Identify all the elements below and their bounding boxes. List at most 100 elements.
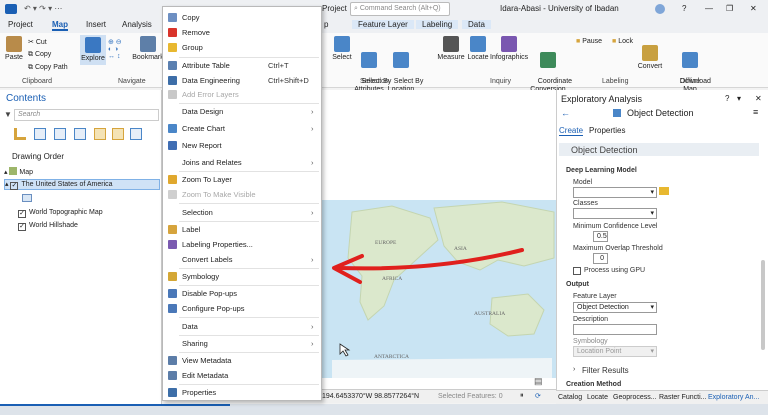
toc-layer-usa[interactable]: ▴ ✓ The United States of America <box>4 179 160 190</box>
menu-item-edit-metadata[interactable]: Edit Metadata <box>163 368 321 383</box>
back-arrow-icon[interactable]: ← <box>561 108 570 118</box>
menu-item-zoom-to-layer[interactable]: Zoom To Layer <box>163 172 321 187</box>
infographics-button[interactable]: Infographics <box>490 36 528 62</box>
pause-drawing-icon[interactable]: ⏸ <box>520 392 524 400</box>
tab-raster-functions[interactable]: Raster Functi... <box>659 394 706 401</box>
copy-button[interactable]: ⧉ Copy <box>28 51 51 59</box>
menu-item-configure-popups[interactable]: Configure Pop-ups <box>163 301 321 316</box>
coordinate-conversion-icon <box>540 52 556 68</box>
undo-icon[interactable]: ↶ ▾ ↷ ▾ ⋯ <box>24 4 62 13</box>
list-by-selection-icon[interactable] <box>54 128 66 140</box>
user-name[interactable]: Idara-Abasi - University of Ibadan <box>500 4 619 13</box>
classes-dropdown[interactable]: ▾ <box>573 208 657 219</box>
navigate-tools-icon[interactable]: ⊕ ⊖ ◐ ◑ ↔ ↕ <box>108 38 122 60</box>
toc-layer-topographic[interactable]: ✓ World Topographic Map <box>18 209 103 218</box>
map-table-icon[interactable]: ▤ <box>534 376 543 387</box>
tab-create[interactable]: Create <box>559 126 584 136</box>
cut-button[interactable]: ✂ Cut <box>28 38 47 46</box>
layer-visibility-checkbox[interactable]: ✓ <box>18 210 26 218</box>
menu-item-data[interactable]: Data › <box>163 319 321 334</box>
menu-item-new-report[interactable]: New Report <box>163 138 321 153</box>
pane-options-button[interactable]: ▾ <box>737 94 741 103</box>
tab-exploratory-analysis[interactable]: Exploratory An... <box>708 394 759 401</box>
refresh-icon[interactable]: ⟳ <box>535 392 541 400</box>
properties-icon <box>168 388 177 397</box>
menu-item-data-engineering[interactable]: Data Engineering Ctrl+Shift+D <box>163 73 321 88</box>
menu-item-copy[interactable]: Copy <box>163 10 321 25</box>
chevron-right-icon[interactable]: › <box>573 366 575 373</box>
list-by-drawing-order-icon[interactable] <box>14 128 26 140</box>
tab-map[interactable]: Map <box>52 20 68 31</box>
close-button[interactable]: ✕ <box>750 4 757 13</box>
pane-scrollbar[interactable] <box>761 260 765 350</box>
browse-folder-icon[interactable] <box>659 187 669 195</box>
menu-item-group[interactable]: Group <box>163 40 321 55</box>
toc-layer-hillshade[interactable]: ✓ World Hillshade <box>18 222 78 231</box>
layer-visibility-checkbox[interactable]: ✓ <box>10 182 19 190</box>
minimize-button[interactable]: — <box>705 4 713 13</box>
filter-results-toggle[interactable]: Filter Results <box>582 366 629 375</box>
list-by-editing-icon[interactable] <box>74 128 86 140</box>
select-button[interactable]: Select <box>331 36 353 62</box>
tab-locate[interactable]: Locate <box>587 394 608 401</box>
tab-analysis[interactable]: Analysis <box>122 20 152 29</box>
paste-button[interactable]: Paste <box>4 36 24 62</box>
description-input[interactable] <box>573 324 657 335</box>
tab-partial[interactable]: p <box>324 20 328 29</box>
layer-symbol-swatch[interactable] <box>22 194 32 202</box>
menu-item-joins-relates[interactable]: Joins and Relates › <box>163 155 321 170</box>
cut-label: Cut <box>35 39 47 46</box>
menu-item-view-metadata[interactable]: View Metadata <box>163 353 321 368</box>
tab-insert[interactable]: Insert <box>86 20 106 29</box>
list-by-source-icon[interactable] <box>34 128 46 140</box>
menu-item-attribute-table[interactable]: Attribute Table Ctrl+T <box>163 58 321 73</box>
min-confidence-input[interactable]: 0.5 <box>593 231 608 242</box>
menu-item-properties[interactable]: Properties <box>163 385 321 400</box>
gpu-checkbox[interactable] <box>573 267 581 275</box>
restore-button[interactable]: ❐ <box>726 4 733 13</box>
model-dropdown[interactable]: ▾ <box>573 187 657 198</box>
tab-data[interactable]: Data <box>462 20 491 29</box>
menu-item-remove[interactable]: Remove <box>163 25 321 40</box>
help-button[interactable]: ? <box>682 4 686 13</box>
menu-item-sharing[interactable]: Sharing › <box>163 336 321 351</box>
pane-help-button[interactable]: ? <box>725 94 729 103</box>
toc-map[interactable]: ▴ Map <box>4 167 33 176</box>
menu-item-labeling-properties[interactable]: Labeling Properties... <box>163 237 321 252</box>
pause-button[interactable]: ■ Pause <box>576 38 602 45</box>
bookmark-button[interactable]: Bookmark <box>132 36 164 62</box>
measure-button[interactable]: Measure <box>437 36 465 62</box>
menu-item-selection[interactable]: Selection › <box>163 205 321 220</box>
tab-catalog[interactable]: Catalog <box>558 394 582 401</box>
description-label: Description <box>573 316 609 323</box>
max-overlap-input[interactable]: 0 <box>593 253 608 264</box>
pane-close-button[interactable]: ✕ <box>755 94 762 103</box>
tab-properties[interactable]: Properties <box>589 126 625 135</box>
menu-item-disable-popups[interactable]: Disable Pop-ups <box>163 286 321 301</box>
tab-project[interactable]: Project <box>8 20 33 29</box>
locate-button[interactable]: Locate <box>467 36 489 62</box>
tab-labeling[interactable]: Labeling <box>416 20 459 29</box>
lock-button[interactable]: ■ Lock <box>612 38 633 45</box>
menu-item-create-chart[interactable]: Create Chart › <box>163 121 321 136</box>
copy-path-button[interactable]: ⧉ Copy Path <box>28 64 68 72</box>
menu-item-convert-labels[interactable]: Convert Labels › <box>163 252 321 267</box>
avatar[interactable] <box>655 4 665 14</box>
explore-button[interactable]: Explore <box>80 35 106 65</box>
symbology-dropdown[interactable]: Location Point ▾ <box>573 346 657 357</box>
command-search-input[interactable]: ⌕ Command Search (Alt+Q) <box>350 2 450 16</box>
tab-geoprocessing[interactable]: Geoprocess... <box>613 394 657 401</box>
menu-item-label[interactable]: Label <box>163 222 321 237</box>
menu-item-data-design[interactable]: Data Design › <box>163 104 321 119</box>
convert-button[interactable]: Convert <box>636 45 664 71</box>
pane-menu-icon[interactable]: ≡ <box>753 107 758 117</box>
list-by-labeling-icon[interactable] <box>112 128 124 140</box>
list-by-charts-icon[interactable] <box>130 128 142 140</box>
tab-feature-layer[interactable]: Feature Layer <box>352 20 414 29</box>
list-by-snapping-icon[interactable] <box>94 128 106 140</box>
layer-visibility-checkbox[interactable]: ✓ <box>18 223 26 231</box>
filter-icon[interactable]: ▼ <box>4 110 12 119</box>
contents-search-input[interactable]: Search <box>14 109 159 121</box>
menu-item-symbology[interactable]: Symbology <box>163 269 321 284</box>
feature-layer-input[interactable]: Object Detection ▾ <box>573 302 657 313</box>
